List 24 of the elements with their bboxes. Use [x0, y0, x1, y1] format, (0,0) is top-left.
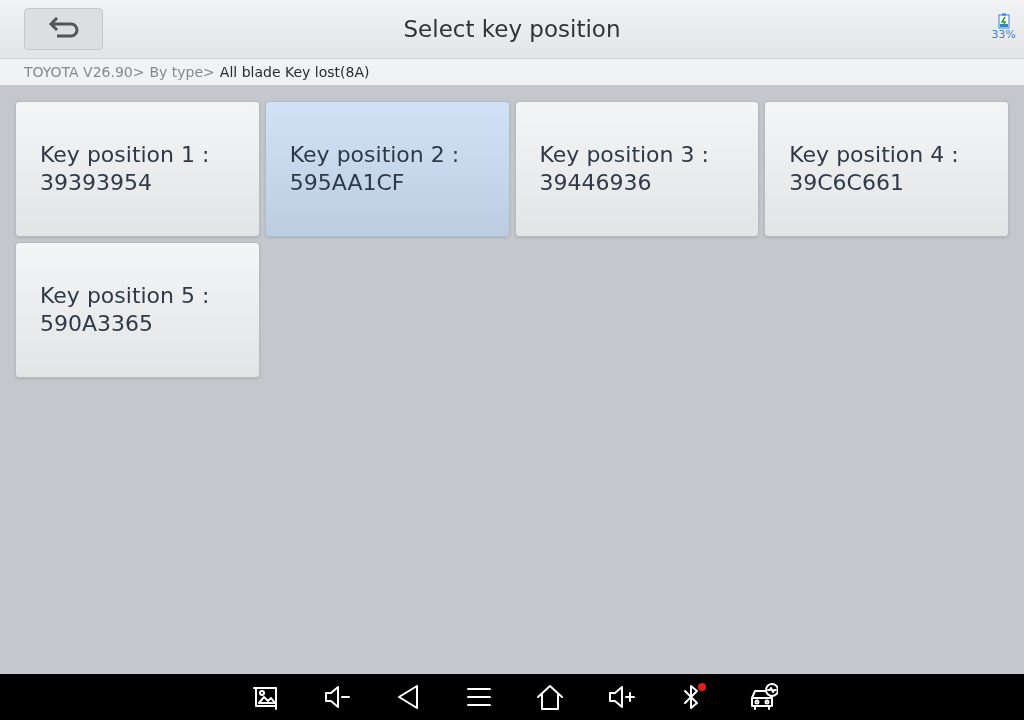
- key-position-card[interactable]: Key position 2 : 595AA1CF: [264, 101, 510, 237]
- home-icon[interactable]: [535, 682, 565, 712]
- back-button[interactable]: [24, 8, 103, 50]
- car-icon[interactable]: [748, 682, 778, 712]
- key-position-label: Key position 2 :: [289, 141, 460, 169]
- key-position-card[interactable]: Key position 4 : 39C6C661: [764, 101, 1009, 237]
- key-position-label: Key position 3 :: [539, 141, 709, 169]
- battery-icon: [997, 13, 1010, 29]
- breadcrumb-item: TOYOTA V26.90>: [24, 62, 145, 82]
- battery-percentage: 33%: [991, 29, 1016, 40]
- key-position-label: Key position 5 :: [40, 282, 210, 310]
- breadcrumb-item: By type>: [149, 62, 215, 82]
- key-code: 39393954: [40, 169, 152, 197]
- key-position-card[interactable]: Key position 1 : 39393954: [15, 101, 260, 237]
- key-position-label: Key position 1 :: [40, 141, 210, 169]
- key-position-label: Key position 4 :: [789, 141, 959, 169]
- key-position-card[interactable]: Key position 3 : 39446936: [514, 101, 760, 237]
- key-code: 39C6C661: [789, 169, 904, 197]
- key-code: 590A3365: [40, 310, 154, 338]
- breadcrumb-item: All blade Key lost(8A): [219, 62, 370, 82]
- key-code: 39446936: [539, 169, 652, 197]
- back-arrow-icon: [46, 17, 81, 41]
- key-code: 595AA1CF: [289, 169, 405, 197]
- key-position-card[interactable]: Key position 5 : 590A3365: [15, 242, 260, 378]
